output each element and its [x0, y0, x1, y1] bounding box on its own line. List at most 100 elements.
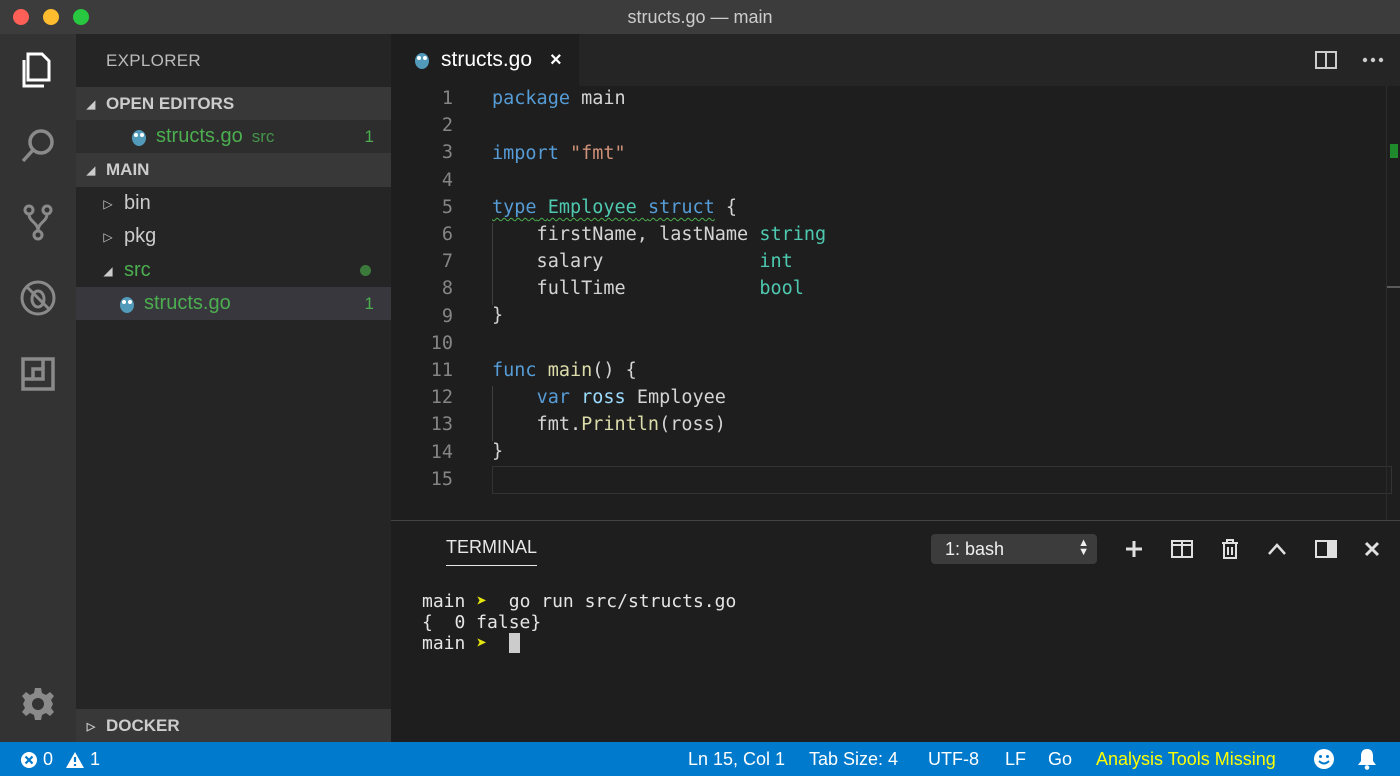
problem-count-badge: 1 [364, 293, 374, 313]
line-number: 2 [441, 115, 453, 137]
main-folder-header[interactable]: ◢ MAIN [76, 153, 391, 187]
code-line: func main() { [492, 360, 637, 381]
line-number: 8 [441, 278, 453, 300]
chevron-right-icon: ▷ [103, 196, 113, 211]
tree-item-pkg[interactable]: ▷ pkg [76, 220, 391, 253]
open-editor-folder: src [251, 126, 275, 146]
line-number: 13 [430, 414, 453, 436]
new-terminal-icon[interactable] [1120, 535, 1148, 563]
code-line: fullTime bool [492, 278, 804, 299]
notifications-bell-icon[interactable] [1357, 748, 1377, 775]
trash-icon[interactable] [1216, 535, 1244, 563]
extensions-icon[interactable] [16, 352, 60, 396]
main-folder-label: MAIN [106, 160, 150, 179]
chevron-right-icon: ▷ [103, 229, 113, 244]
chevron-up-icon[interactable] [1263, 535, 1291, 563]
code-line: fmt.Println(ross) [492, 414, 726, 435]
overview-ruler[interactable] [1386, 86, 1400, 520]
ruler-change-marker [1390, 144, 1398, 158]
chevron-right-icon: ▷ [86, 720, 96, 733]
tree-item-label: bin [124, 192, 151, 214]
code-editor[interactable]: 1 2 3 4 5 6 7 8 9 10 11 12 13 14 15 package main impor… [391, 86, 1400, 520]
code-line: import "fmt" [492, 143, 626, 164]
language-mode[interactable]: Go [1048, 749, 1072, 770]
tree-item-bin[interactable]: ▷ bin [76, 187, 391, 220]
code-line: package main [492, 88, 626, 109]
code-line: salary int [492, 251, 793, 272]
code-line: type Employee struct { [492, 197, 738, 218]
terminal-line: { 0 false} [422, 612, 542, 633]
status-bar: 0 1 Ln 15, Col 1 Tab Size: 4 UTF-8 LF Go… [0, 742, 1400, 776]
sidebar-title: EXPLORER [106, 51, 201, 70]
encoding-indicator[interactable]: UTF-8 [928, 749, 979, 770]
tab-label: structs.go [441, 48, 533, 71]
line-number: 10 [430, 332, 453, 354]
problem-count-badge: 1 [364, 126, 374, 146]
code-line: } [492, 305, 504, 326]
ruler-cursor-marker [1387, 286, 1400, 288]
error-count: 0 [43, 749, 54, 769]
terminal-line: main ➤ go run src/structs.go [422, 591, 737, 612]
line-number: 11 [430, 360, 453, 381]
editor-tab-bar: structs.go × [391, 34, 1400, 86]
explorer-sidebar: EXPLORER ◢ OPEN EDITORS structs.go src 1… [76, 34, 391, 743]
chevron-down-icon: ◢ [86, 164, 96, 177]
docker-label: DOCKER [106, 716, 180, 735]
open-editors-label: OPEN EDITORS [106, 94, 235, 113]
gear-icon[interactable] [16, 682, 60, 726]
close-panel-icon[interactable] [1358, 535, 1386, 563]
go-gopher-icon [415, 53, 429, 69]
activity-bar [0, 34, 76, 742]
terminal-output[interactable]: main ➤ go run src/structs.go{ 0 false} ma… [422, 591, 736, 654]
source-control-icon[interactable] [16, 200, 60, 244]
line-number: 5 [441, 196, 453, 218]
warning-icon [66, 751, 85, 768]
search-icon[interactable] [16, 124, 60, 168]
tree-item-label: pkg [124, 225, 157, 247]
tab-structs-go[interactable]: structs.go × [391, 34, 579, 86]
debug-icon[interactable] [16, 276, 60, 320]
tree-item-label: src [124, 259, 151, 281]
open-editor-item[interactable]: structs.go src 1 [76, 120, 391, 153]
problems-indicator[interactable]: 0 1 [20, 749, 100, 770]
analysis-tools-warning[interactable]: Analysis Tools Missing [1096, 749, 1276, 770]
tab-close-icon[interactable]: × [550, 49, 562, 72]
explorer-icon[interactable] [16, 48, 60, 92]
toggle-panel-position-icon[interactable] [1312, 535, 1340, 563]
window-title: structs.go — main [627, 7, 773, 27]
go-gopher-icon [132, 129, 146, 146]
warning-count: 1 [90, 749, 101, 769]
more-actions-icon[interactable] [1360, 48, 1386, 72]
eol-indicator[interactable]: LF [1005, 749, 1026, 770]
cursor-position[interactable]: Ln 15, Col 1 [688, 749, 785, 770]
line-number: 7 [441, 251, 453, 273]
chevron-down-icon: ◢ [86, 98, 96, 111]
error-icon [21, 751, 37, 768]
line-number: 3 [441, 142, 453, 164]
go-gopher-icon [120, 296, 134, 313]
chevron-down-icon: ◢ [103, 263, 113, 278]
terminal-select[interactable]: 1: bash ▲ ▼ [931, 534, 1097, 564]
split-terminal-icon[interactable] [1168, 535, 1196, 563]
tab-terminal[interactable]: TERMINAL [446, 537, 538, 566]
select-arrows-icon: ▲ ▼ [1078, 537, 1089, 558]
line-number: 14 [430, 441, 453, 463]
terminal-select-value: 1: bash [945, 539, 1005, 559]
feedback-smiley-icon[interactable] [1313, 748, 1335, 775]
title-bar: structs.go — main [0, 0, 1400, 34]
split-editor-icon[interactable] [1313, 48, 1339, 72]
terminal-line: main ➤ [422, 633, 736, 654]
tab-size-indicator[interactable]: Tab Size: 4 [809, 749, 898, 770]
line-number: 12 [430, 387, 453, 409]
tree-item-structs-go[interactable]: structs.go 1 [76, 287, 391, 320]
terminal-panel: TERMINAL 1: bash ▲ ▼ main ➤ go run src/st… [391, 520, 1400, 742]
open-editors-header[interactable]: ◢ OPEN EDITORS [76, 87, 391, 121]
tree-item-src[interactable]: ◢ src [76, 254, 391, 287]
docker-header[interactable]: ▷ DOCKER [76, 709, 391, 743]
current-line-highlight [492, 466, 1392, 494]
code-line: firstName, lastName string [492, 224, 827, 245]
line-number: 15 [430, 468, 453, 490]
tree-item-label: structs.go [144, 292, 231, 314]
modified-dot [360, 265, 371, 276]
code-line: } [492, 441, 504, 462]
